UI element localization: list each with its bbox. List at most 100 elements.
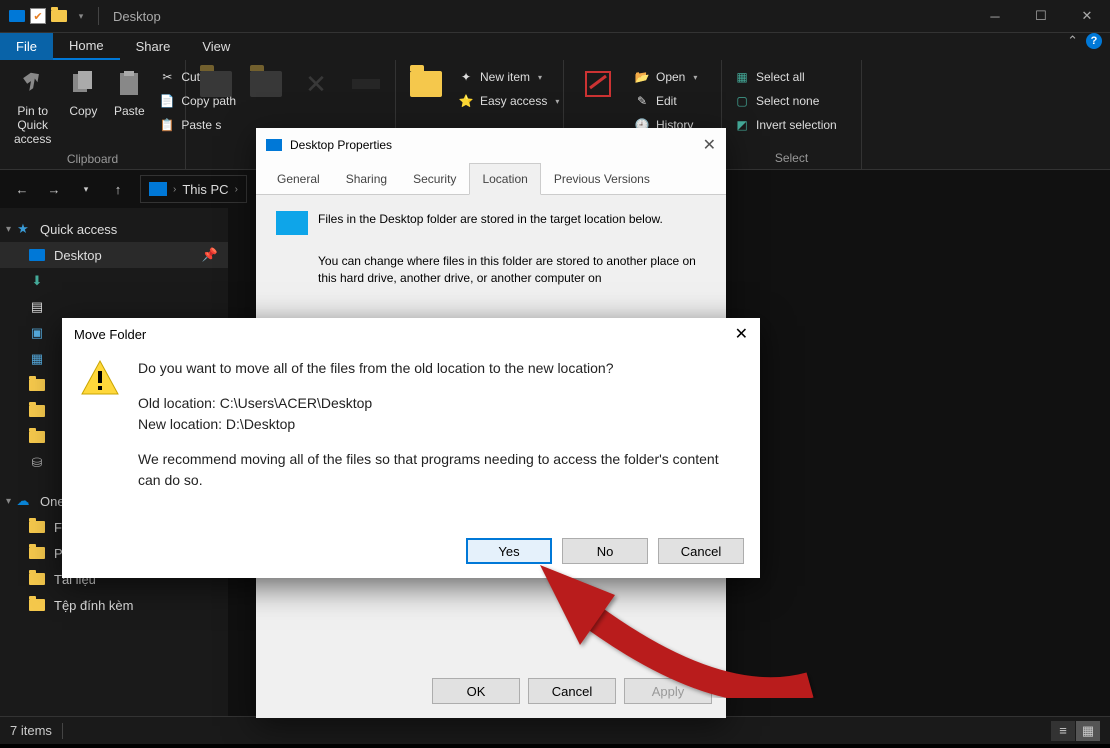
easy-access-button[interactable]: ⭐Easy access▾	[452, 90, 565, 112]
copy-icon	[67, 68, 99, 100]
status-items: 7 items	[10, 723, 52, 738]
pictures-icon: ▣	[28, 324, 46, 342]
edit-icon: ✎	[634, 93, 650, 109]
downloads-icon: ⬇	[28, 272, 46, 290]
dialog-title: Move Folder	[74, 327, 146, 342]
open-icon: 📂	[634, 69, 650, 85]
select-all-button[interactable]: ▦Select all	[728, 66, 855, 88]
explorer-icon	[8, 7, 26, 25]
up-button[interactable]: ↑	[104, 175, 132, 203]
qat-folder-icon[interactable]	[50, 7, 68, 25]
new-location: New location: D:\Desktop	[138, 414, 742, 435]
yes-button[interactable]: Yes	[466, 538, 552, 564]
documents-icon: ▤	[28, 298, 46, 316]
generic-icon	[28, 428, 46, 446]
desktop-large-icon	[276, 211, 308, 235]
no-button[interactable]: No	[562, 538, 648, 564]
qat-dropdown-icon[interactable]: ▾	[72, 7, 90, 25]
close-button[interactable]: ✕	[735, 324, 748, 344]
pin-icon	[17, 68, 49, 100]
recent-button[interactable]: ▾	[72, 175, 100, 203]
folder-icon	[28, 596, 46, 614]
details-view-button[interactable]: ≡	[1051, 721, 1075, 741]
thumbnails-view-button[interactable]: ▦	[1076, 721, 1100, 741]
rename-icon	[350, 68, 382, 100]
copy-button[interactable]: Copy	[61, 64, 105, 150]
sidebar-item-desktop[interactable]: Desktop📌	[0, 242, 228, 268]
location-description: Files in the Desktop folder are stored i…	[276, 211, 706, 228]
tab-share[interactable]: Share	[120, 33, 187, 60]
tab-file[interactable]: File	[0, 33, 53, 60]
pc-icon	[149, 182, 167, 196]
move-question: Do you want to move all of the files fro…	[138, 358, 742, 379]
generic-icon	[28, 376, 46, 394]
folder-icon	[28, 518, 46, 536]
group-label-clipboard: Clipboard	[6, 150, 179, 166]
tab-home[interactable]: Home	[53, 33, 120, 60]
edit-button[interactable]: ✎Edit	[628, 90, 703, 112]
copyto-icon	[250, 68, 282, 100]
tab-security[interactable]: Security	[400, 163, 469, 195]
statusbar: 7 items ≡ ▦	[0, 716, 1110, 744]
select-none-button[interactable]: ▢Select none	[728, 90, 855, 112]
minimize-button[interactable]: ─	[972, 0, 1018, 32]
move-to-button	[192, 64, 240, 149]
close-button[interactable]: ✕	[1064, 0, 1110, 32]
folder-icon	[28, 570, 46, 588]
cut-icon: ✂	[159, 69, 175, 85]
ok-button[interactable]: OK	[432, 678, 520, 704]
select-none-icon: ▢	[734, 93, 750, 109]
sidebar-item-documents[interactable]: ▤	[0, 294, 228, 320]
folder-icon	[28, 544, 46, 562]
properties-icon	[582, 68, 614, 100]
sidebar-item-tepdinhkem[interactable]: Tệp đính kèm	[0, 592, 228, 618]
tab-location[interactable]: Location	[469, 163, 540, 195]
apply-button: Apply	[624, 678, 712, 704]
generic-icon	[28, 402, 46, 420]
folder-icon	[410, 68, 442, 100]
copy-path-icon: 📄	[159, 93, 175, 109]
pin-quick-access-button[interactable]: Pin to Quick access	[6, 64, 59, 150]
tab-previous-versions[interactable]: Previous Versions	[541, 163, 663, 195]
qat-checkbox-icon[interactable]: ✔	[30, 8, 46, 24]
desktop-icon	[266, 139, 282, 151]
disk-icon: ⛁	[28, 454, 46, 472]
easy-access-icon: ⭐	[458, 93, 474, 109]
window-title: Desktop	[113, 9, 161, 24]
cancel-button[interactable]: Cancel	[528, 678, 616, 704]
move-folder-dialog: Move Folder ✕ Do you want to move all of…	[62, 318, 760, 578]
back-button[interactable]: ←	[8, 175, 36, 203]
ribbon-tabs: File Home Share View ⌃ ?	[0, 32, 1110, 60]
delete-icon: ✕	[300, 68, 332, 100]
invert-selection-button[interactable]: ◩Invert selection	[728, 114, 855, 136]
old-location: Old location: C:\Users\ACER\Desktop	[138, 393, 742, 414]
generic-icon: ▦	[28, 350, 46, 368]
select-all-icon: ▦	[734, 69, 750, 85]
new-item-button[interactable]: ✦New item▾	[452, 66, 565, 88]
new-item-icon: ✦	[458, 69, 474, 85]
breadcrumb[interactable]: › This PC ›	[140, 175, 247, 203]
paste-icon	[113, 68, 145, 100]
tab-view[interactable]: View	[186, 33, 246, 60]
paste-button[interactable]: Paste	[107, 64, 151, 150]
properties-tabs: General Sharing Security Location Previo…	[256, 162, 726, 195]
tab-sharing[interactable]: Sharing	[333, 163, 400, 195]
invert-icon: ◩	[734, 117, 750, 133]
forward-button[interactable]: →	[40, 175, 68, 203]
paste-shortcut-icon: 📋	[159, 117, 175, 133]
moveto-icon	[200, 68, 232, 100]
dialog-title: Desktop Properties	[290, 138, 392, 152]
warning-icon	[80, 358, 120, 398]
close-button[interactable]: ✕	[703, 135, 716, 155]
titlebar: ✔ ▾ Desktop ─ ☐ ✕	[0, 0, 1110, 32]
sidebar-quick-access[interactable]: ▾★Quick access	[0, 216, 228, 242]
sidebar-item-downloads[interactable]: ⬇	[0, 268, 228, 294]
help-icon[interactable]: ?	[1086, 33, 1102, 49]
move-recommendation: We recommend moving all of the files so …	[138, 449, 742, 491]
desktop-icon	[28, 246, 46, 264]
maximize-button[interactable]: ☐	[1018, 0, 1064, 32]
cancel-button[interactable]: Cancel	[658, 538, 744, 564]
tab-general[interactable]: General	[264, 163, 333, 195]
open-button[interactable]: 📂Open▾	[628, 66, 703, 88]
collapse-ribbon-icon[interactable]: ⌃	[1059, 33, 1086, 60]
